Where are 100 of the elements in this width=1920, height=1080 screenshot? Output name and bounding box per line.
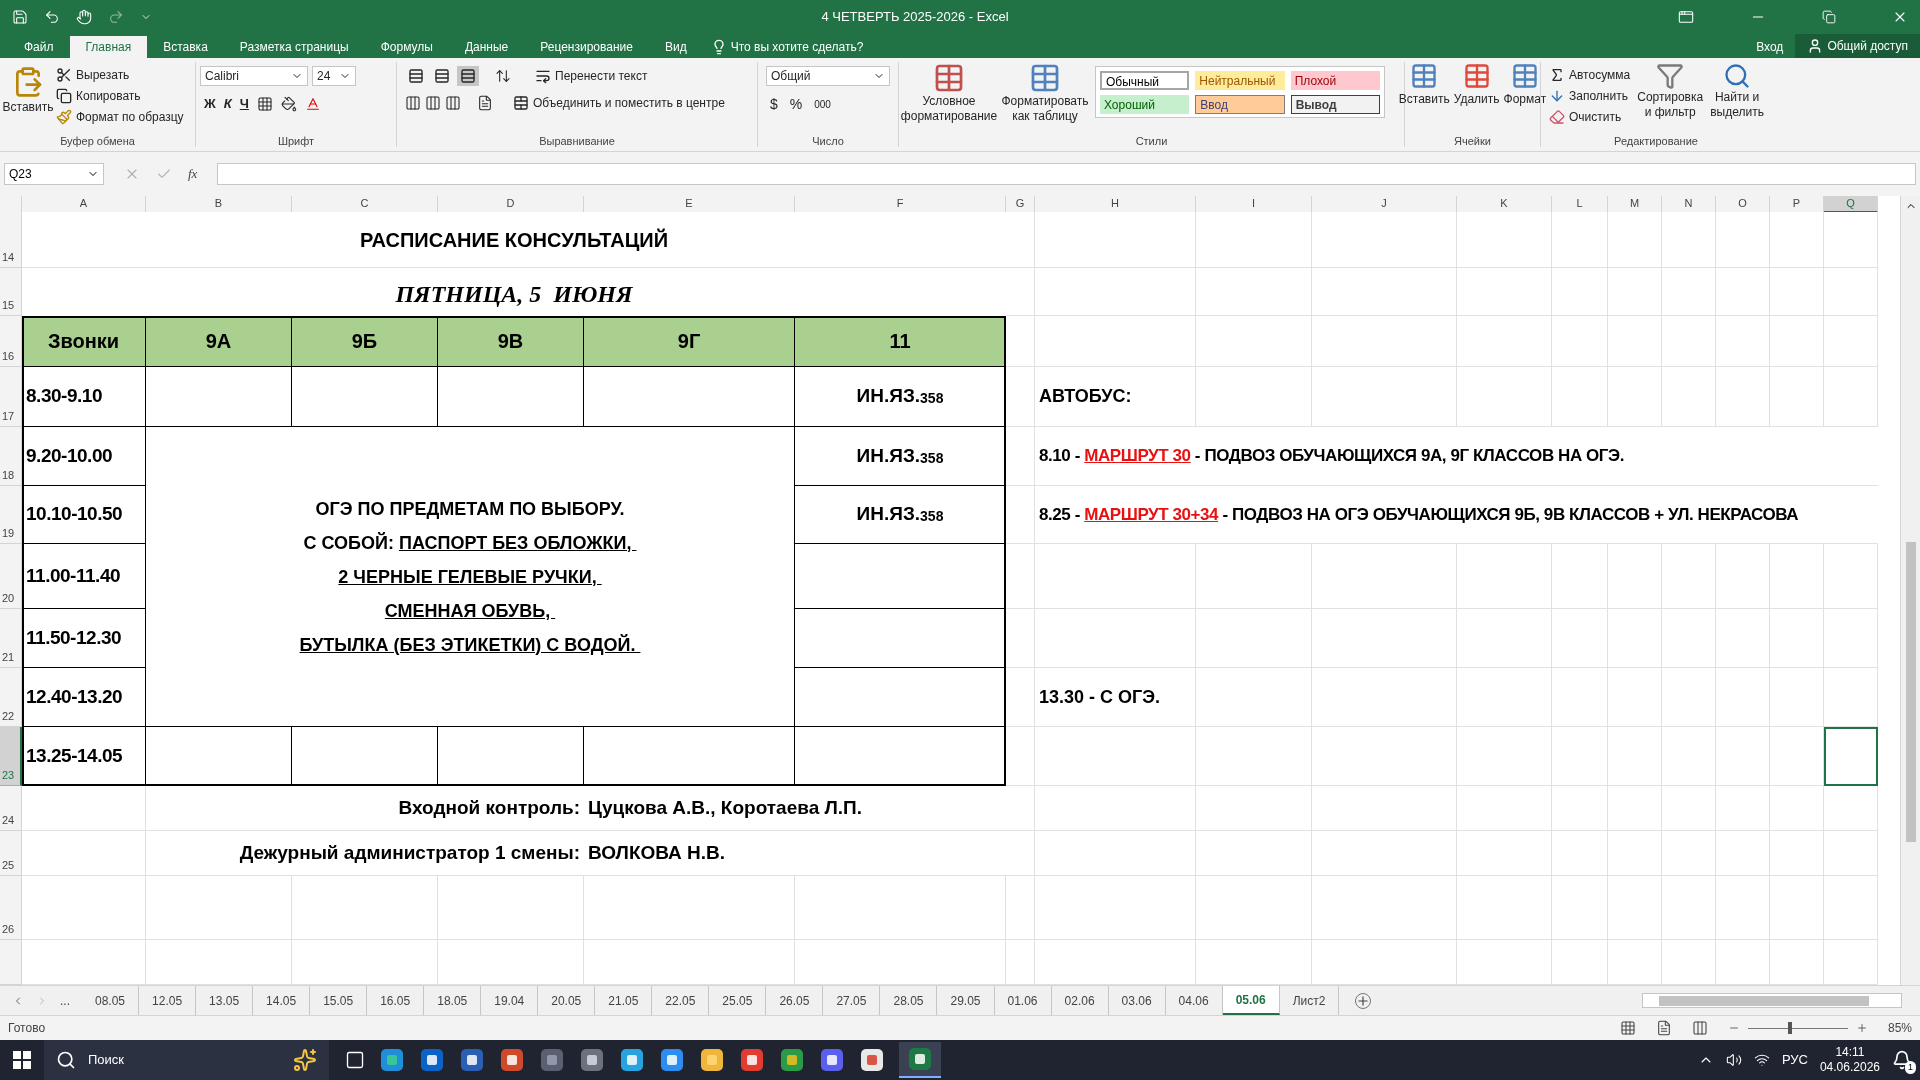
language-indicator[interactable]: РУС (1781, 1050, 1808, 1070)
cell-style-option[interactable]: Хороший (1100, 95, 1190, 114)
format-as-table-button[interactable]: Форматировать как таблицу (999, 62, 1091, 136)
row-number[interactable]: 16 (2, 347, 15, 364)
row-header[interactable]: 17 (0, 367, 22, 427)
row-number[interactable]: 14 (2, 248, 15, 265)
row-number[interactable]: 15 (2, 296, 15, 313)
share-button[interactable]: Общий доступ (1795, 34, 1920, 58)
table-header-cell: 11 (795, 316, 1006, 367)
cell-style-option[interactable]: Нейтральный (1195, 71, 1285, 90)
row-header[interactable]: 18 (0, 427, 22, 486)
row-header[interactable]: 14 (0, 212, 22, 268)
merge-center-button[interactable]: Объединить и поместить в центре (513, 94, 725, 112)
wrap-text-button[interactable]: Перенести текст (535, 67, 648, 85)
ribbon-tab[interactable]: Разметка страницы (223, 36, 365, 58)
font-name-field[interactable]: Calibri (200, 66, 308, 86)
ribbon-tab[interactable]: Формулы (364, 36, 449, 58)
ribbon-tab[interactable]: Данные (448, 36, 525, 58)
row-number[interactable]: 20 (2, 589, 15, 606)
time-cell: 11.50-12.30 (22, 609, 146, 668)
sign-in-link[interactable]: Вход (1744, 36, 1796, 58)
time-cell: 12.40-13.20 (22, 668, 146, 727)
cell-style-option[interactable]: Плохой (1290, 71, 1380, 90)
group-label: Число (811, 136, 845, 149)
group-label: Ячейки (1453, 136, 1492, 149)
clear-button[interactable]: Очистить (1549, 108, 1631, 126)
percent-button[interactable]: % (789, 94, 803, 115)
copy-button[interactable]: Копировать (56, 87, 184, 105)
sheet-tab[interactable]: 05.06 (1222, 986, 1280, 1015)
fill-button[interactable]: Заполнить (1549, 87, 1631, 105)
row-header[interactable]: 16 (0, 316, 22, 367)
table-header-cell: 9Г (584, 316, 795, 367)
row-header[interactable]: 26 (0, 876, 22, 940)
row-header[interactable]: 21 (0, 609, 22, 668)
cell-style-option[interactable]: Ввод (1195, 95, 1285, 114)
delete-cells-button[interactable]: Удалить (1453, 62, 1500, 136)
underline-button[interactable]: Ч (239, 94, 249, 114)
status-text: Готово (8, 1020, 46, 1037)
row-header[interactable]: 23 (0, 727, 22, 786)
row-number[interactable]: 17 (2, 407, 15, 424)
row-header[interactable]: 15 (0, 268, 22, 316)
currency-button[interactable]: $ (770, 94, 778, 115)
time-cell: 11.00-11.40 (22, 544, 146, 609)
table-header-cell: 9А (146, 316, 292, 367)
find-select-button[interactable]: Найти и выделить (1710, 62, 1764, 136)
insert-cells-button[interactable]: Вставить (1398, 62, 1450, 136)
row-header[interactable]: 22 (0, 668, 22, 727)
more-sheets-button[interactable]: ... (60, 991, 70, 1010)
row-number[interactable]: 26 (2, 920, 15, 937)
format-painter-button[interactable]: Формат по образцу (56, 108, 184, 126)
insert-function-button[interactable]: fx (188, 164, 198, 184)
number-format-field[interactable]: Общий (766, 66, 890, 86)
row-number[interactable]: 18 (2, 466, 15, 483)
format-cells-button[interactable]: Формат (1503, 62, 1547, 136)
row-header[interactable]: 25 (0, 831, 22, 876)
group-label: Буфер обмена (59, 136, 136, 149)
row-header[interactable]: 24 (0, 786, 22, 831)
conditional-formatting-button[interactable]: Условное форматирование (903, 62, 995, 136)
time-cell: 10.10-10.50 (22, 486, 146, 544)
italic-button[interactable]: К (223, 94, 232, 114)
group-label: Шрифт (276, 136, 316, 149)
ribbon-tab[interactable]: Главная (69, 36, 148, 58)
row-number[interactable]: 24 (2, 811, 15, 828)
cell-style-option[interactable]: Вывод (1290, 95, 1380, 114)
time-cell: 9.20-10.00 (22, 427, 146, 486)
ribbon-tab[interactable]: Файл (8, 36, 70, 58)
row-header[interactable]: 20 (0, 544, 22, 609)
table-header-cell: 9Б (292, 316, 438, 367)
row-number[interactable]: 21 (2, 648, 15, 665)
tell-me-field[interactable]: Что вы хотите сделать? (702, 36, 872, 58)
paste-button[interactable]: Вставить (4, 62, 52, 136)
font-size-field[interactable]: 24 (312, 66, 356, 86)
autosum-button[interactable]: Автосумма (1549, 66, 1631, 84)
schedule-title: РАСПИСАНИЕ КОНСУЛЬТАЦИЙ (22, 212, 1006, 268)
clock-date[interactable]: 04.06.2026 (1819, 1060, 1880, 1075)
exam-notice: ОГЭ ПО ПРЕДМЕТАМ ПО ВЫБОРУ. С СОБОЙ: ПАСПОРТ БЕЗ ОБЛОЖКИ, 2 ЧЕРНЫЕ ГЕЛЕВЫЕ РУЧКИ, СМЕННАЯ ОБУВЬ, БУТЫЛКА (БЕЗ ЭТИКЕТКИ) С ВОДОЙ. (146, 427, 795, 727)
bus-heading: АВТОБУС: (1035, 367, 1196, 427)
group-label: Выравнивание (538, 136, 616, 149)
row-header[interactable]: 19 (0, 486, 22, 544)
table-header-cell: 9В (438, 316, 584, 367)
group-label: Редактирование (1613, 136, 1699, 149)
table-header-cell: Звонки (22, 316, 146, 367)
ribbon-tab[interactable]: Вид (648, 36, 703, 58)
row-number[interactable]: 22 (2, 707, 15, 724)
bold-button[interactable]: Ж (204, 94, 216, 114)
zoom-level-text[interactable]: 85% (1887, 1019, 1912, 1037)
group-label: Стили (1134, 136, 1169, 149)
row-number[interactable]: 19 (2, 524, 15, 541)
name-box[interactable]: Q23 (4, 163, 104, 185)
cut-button[interactable]: Вырезать (56, 66, 184, 84)
clock-time[interactable]: 14:11 (1835, 1045, 1865, 1060)
ribbon-tab[interactable]: Рецензирование (524, 36, 649, 58)
cell-style-option[interactable]: Обычный (1100, 71, 1190, 90)
row-number[interactable]: 25 (2, 856, 15, 873)
bus-return-text: 13.30 - С ОГЭ. (1035, 668, 1196, 727)
window-title: 4 ЧЕТВЕРТЬ 2025-2026 - Excel (821, 8, 1009, 27)
row-number[interactable]: 23 (2, 766, 15, 783)
thousands-button[interactable]: 000 (814, 97, 831, 112)
ribbon-tab[interactable]: Вставка (147, 36, 224, 58)
taskbar-search-field[interactable]: Поиск (44, 1040, 329, 1080)
